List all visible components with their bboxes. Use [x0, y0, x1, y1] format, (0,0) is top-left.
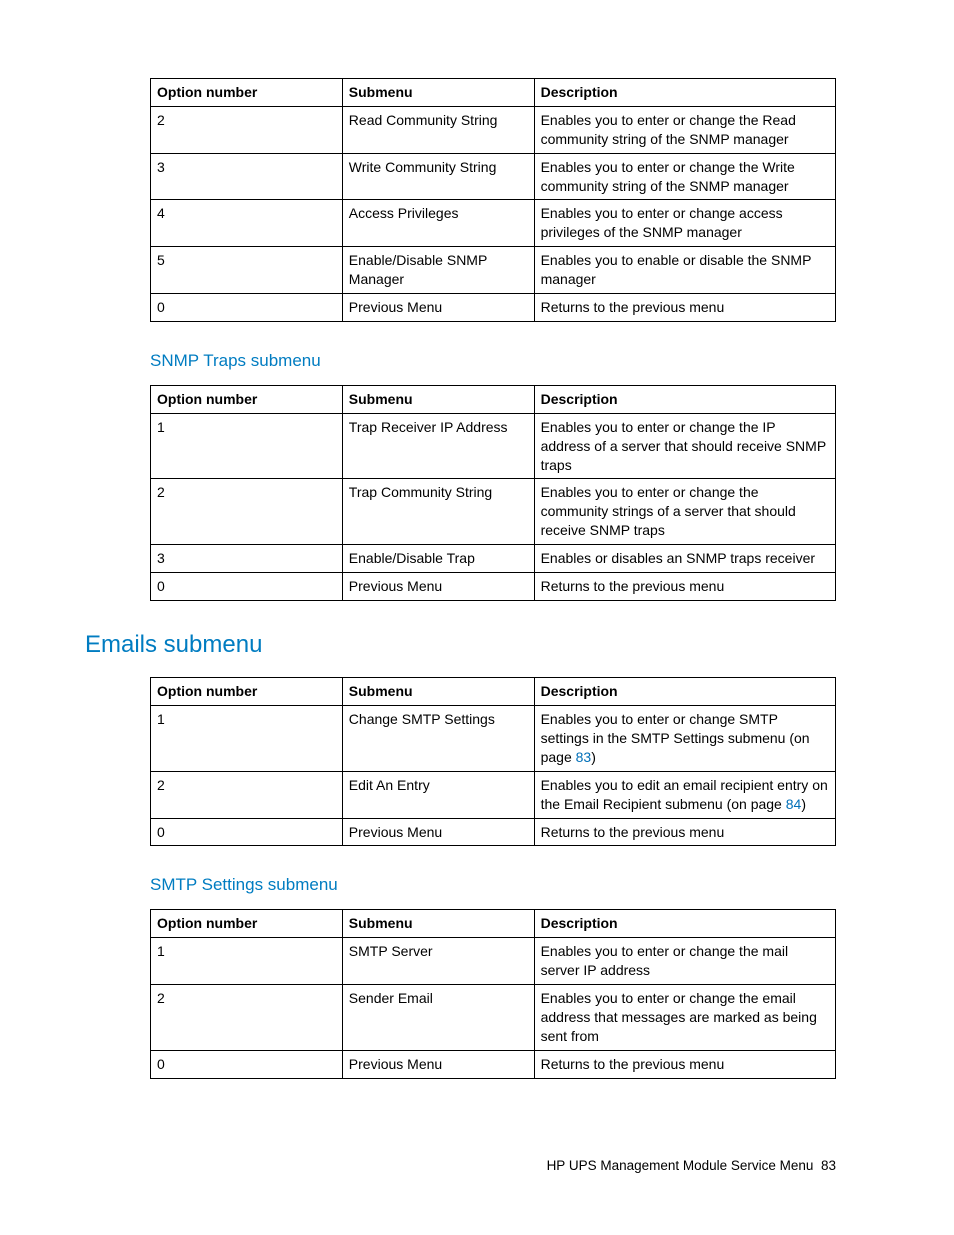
smtp-settings-table: Option number Submenu Description 1 SMTP… — [150, 909, 836, 1078]
cell-submenu: Access Privileges — [342, 200, 534, 247]
table-row: 0 Previous Menu Returns to the previous … — [151, 294, 836, 322]
cell-option: 0 — [151, 1050, 343, 1078]
cell-description: Enables you to enter or change the commu… — [534, 479, 835, 545]
table-row: 3 Write Community String Enables you to … — [151, 153, 836, 200]
table-row: 0 Previous Menu Returns to the previous … — [151, 572, 836, 600]
cell-submenu: Sender Email — [342, 985, 534, 1051]
col-description: Description — [534, 678, 835, 706]
cell-submenu: Read Community String — [342, 106, 534, 153]
cell-option: 2 — [151, 771, 343, 818]
cell-description: Enables you to enter or change the IP ad… — [534, 413, 835, 479]
col-option: Option number — [151, 678, 343, 706]
desc-pre: Enables you to edit an email recipient e… — [541, 777, 828, 812]
cell-option: 1 — [151, 938, 343, 985]
table-row: 2 Edit An Entry Enables you to edit an e… — [151, 771, 836, 818]
cell-option: 2 — [151, 985, 343, 1051]
col-submenu: Submenu — [342, 678, 534, 706]
cell-description: Enables you to enter or change the email… — [534, 985, 835, 1051]
table-row: 3 Enable/Disable Trap Enables or disable… — [151, 545, 836, 573]
col-submenu: Submenu — [342, 385, 534, 413]
table-header-row: Option number Submenu Description — [151, 910, 836, 938]
cell-submenu: Trap Receiver IP Address — [342, 413, 534, 479]
cell-option: 4 — [151, 200, 343, 247]
cell-description: Returns to the previous menu — [534, 294, 835, 322]
col-description: Description — [534, 385, 835, 413]
page-link[interactable]: 84 — [786, 796, 802, 812]
cell-description: Enables you to enter or change the Write… — [534, 153, 835, 200]
cell-submenu: Previous Menu — [342, 572, 534, 600]
table-row: 0 Previous Menu Returns to the previous … — [151, 818, 836, 846]
cell-option: 3 — [151, 153, 343, 200]
cell-option: 0 — [151, 294, 343, 322]
cell-option: 1 — [151, 706, 343, 772]
col-description: Description — [534, 910, 835, 938]
emails-table: Option number Submenu Description 1 Chan… — [150, 677, 836, 846]
cell-description: Enables you to enter or change the Read … — [534, 106, 835, 153]
page-footer: HP UPS Management Module Service Menu 83 — [547, 1157, 836, 1175]
cell-option: 2 — [151, 479, 343, 545]
page: Option number Submenu Description 2 Read… — [0, 0, 954, 1235]
table-row: 0 Previous Menu Returns to the previous … — [151, 1050, 836, 1078]
cell-option: 0 — [151, 818, 343, 846]
col-submenu: Submenu — [342, 79, 534, 107]
cell-description: Enables you to enter or change the mail … — [534, 938, 835, 985]
table-header-row: Option number Submenu Description — [151, 79, 836, 107]
cell-submenu: SMTP Server — [342, 938, 534, 985]
page-link[interactable]: 83 — [576, 749, 592, 765]
heading-snmp-traps: SNMP Traps submenu — [150, 350, 836, 373]
heading-smtp: SMTP Settings submenu — [150, 874, 836, 897]
cell-option: 3 — [151, 545, 343, 573]
table-row: 1 SMTP Server Enables you to enter or ch… — [151, 938, 836, 985]
table-header-row: Option number Submenu Description — [151, 385, 836, 413]
snmp-managers-table: Option number Submenu Description 2 Read… — [150, 78, 836, 322]
table-header-row: Option number Submenu Description — [151, 678, 836, 706]
cell-submenu: Previous Menu — [342, 1050, 534, 1078]
cell-description: Enables you to enter or change access pr… — [534, 200, 835, 247]
cell-description: Returns to the previous menu — [534, 572, 835, 600]
table-row: 1 Change SMTP Settings Enables you to en… — [151, 706, 836, 772]
table-row: 1 Trap Receiver IP Address Enables you t… — [151, 413, 836, 479]
table-row: 2 Read Community String Enables you to e… — [151, 106, 836, 153]
cell-description: Returns to the previous menu — [534, 818, 835, 846]
table-row: 2 Trap Community String Enables you to e… — [151, 479, 836, 545]
col-option: Option number — [151, 79, 343, 107]
heading-emails: Emails submenu — [85, 629, 836, 661]
cell-description: Enables you to edit an email recipient e… — [534, 771, 835, 818]
col-submenu: Submenu — [342, 910, 534, 938]
cell-description: Returns to the previous menu — [534, 1050, 835, 1078]
cell-option: 5 — [151, 247, 343, 294]
footer-text: HP UPS Management Module Service Menu — [547, 1158, 814, 1173]
table-row: 5 Enable/Disable SNMP Manager Enables yo… — [151, 247, 836, 294]
cell-submenu: Edit An Entry — [342, 771, 534, 818]
cell-submenu: Previous Menu — [342, 294, 534, 322]
col-description: Description — [534, 79, 835, 107]
table-row: 4 Access Privileges Enables you to enter… — [151, 200, 836, 247]
cell-description: Enables or disables an SNMP traps receiv… — [534, 545, 835, 573]
cell-submenu: Change SMTP Settings — [342, 706, 534, 772]
cell-submenu: Previous Menu — [342, 818, 534, 846]
col-option: Option number — [151, 385, 343, 413]
desc-post: ) — [591, 749, 596, 765]
cell-description: Enables you to enter or change SMTP sett… — [534, 706, 835, 772]
desc-post: ) — [801, 796, 806, 812]
cell-option: 0 — [151, 572, 343, 600]
cell-submenu: Trap Community String — [342, 479, 534, 545]
cell-option: 2 — [151, 106, 343, 153]
cell-option: 1 — [151, 413, 343, 479]
col-option: Option number — [151, 910, 343, 938]
footer-page: 83 — [821, 1158, 836, 1173]
table-row: 2 Sender Email Enables you to enter or c… — [151, 985, 836, 1051]
cell-submenu: Enable/Disable SNMP Manager — [342, 247, 534, 294]
cell-submenu: Write Community String — [342, 153, 534, 200]
snmp-traps-table: Option number Submenu Description 1 Trap… — [150, 385, 836, 601]
cell-submenu: Enable/Disable Trap — [342, 545, 534, 573]
cell-description: Enables you to enable or disable the SNM… — [534, 247, 835, 294]
